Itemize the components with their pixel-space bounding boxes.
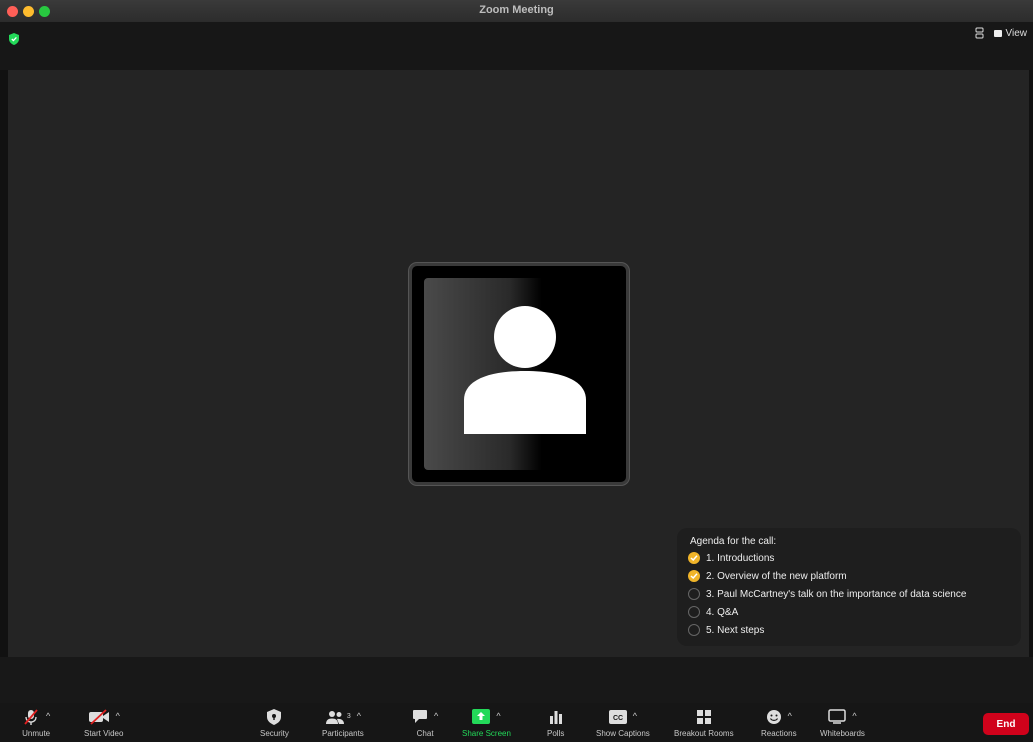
- checkmark-icon: [688, 552, 700, 564]
- participant-video-tile[interactable]: [409, 263, 629, 485]
- participants-button[interactable]: 3 ^ Participants: [322, 707, 364, 738]
- empty-circle-icon: [688, 624, 700, 636]
- reactions-smiley-icon: [766, 709, 781, 724]
- polls-button[interactable]: Polls: [547, 707, 564, 738]
- polls-bar-chart-icon: [549, 711, 562, 724]
- chat-bubble-icon: [413, 710, 427, 723]
- share-screen-icon: [472, 709, 491, 724]
- speaker-layout-icon[interactable]: [975, 27, 984, 39]
- whiteboard-icon: [828, 709, 847, 724]
- agenda-item: 1. Introductions: [688, 552, 774, 564]
- start-video-label: Start Video: [84, 729, 124, 738]
- meeting-toolbar: ^ Unmute ^ Start Video Security 3 ^ Part…: [0, 703, 1033, 742]
- security-shield-icon: [267, 708, 282, 725]
- show-captions-label: Show Captions: [596, 729, 650, 738]
- agenda-item: 2. Overview of the new platform: [688, 570, 847, 582]
- empty-circle-icon: [688, 588, 700, 600]
- bottom-strip: [0, 657, 1033, 703]
- agenda-panel: Agenda for the call: 1. Introductions 2.…: [677, 528, 1021, 646]
- reactions-label: Reactions: [761, 729, 797, 738]
- security-label: Security: [260, 729, 289, 738]
- view-grid-icon: [993, 29, 1002, 37]
- video-off-icon: [88, 708, 109, 725]
- window-titlebar: Zoom Meeting: [0, 0, 1033, 23]
- agenda-item: 5. Next steps: [688, 624, 764, 636]
- end-meeting-button[interactable]: End: [983, 713, 1029, 735]
- chat-options-caret-icon[interactable]: ^: [434, 712, 438, 721]
- video-options-caret-icon[interactable]: ^: [116, 712, 120, 721]
- breakout-rooms-button[interactable]: Breakout Rooms: [674, 707, 734, 738]
- window-title: Zoom Meeting: [479, 4, 554, 16]
- unmute-button[interactable]: ^ Unmute: [22, 707, 50, 738]
- participants-label: Participants: [322, 729, 364, 738]
- chat-label: Chat: [416, 729, 434, 738]
- reactions-options-caret-icon[interactable]: ^: [788, 712, 792, 721]
- breakout-rooms-grid-icon: [696, 709, 711, 724]
- whiteboards-label: Whiteboards: [820, 729, 865, 738]
- agenda-item: 3. Paul McCartney's talk on the importan…: [688, 588, 966, 600]
- agenda-item-label: 2. Overview of the new platform: [706, 570, 847, 582]
- start-video-button[interactable]: ^ Start Video: [84, 707, 123, 738]
- closed-captions-icon: CC: [608, 709, 627, 724]
- share-screen-button[interactable]: ^ Share Screen: [462, 707, 511, 738]
- security-button[interactable]: Security: [260, 707, 289, 738]
- encryption-shield-icon[interactable]: [9, 33, 19, 45]
- polls-label: Polls: [547, 729, 565, 738]
- unmute-options-caret-icon[interactable]: ^: [46, 712, 50, 721]
- agenda-item-label: 1. Introductions: [706, 552, 775, 564]
- reactions-button[interactable]: ^ Reactions: [761, 707, 797, 738]
- show-captions-button[interactable]: CC ^ Show Captions: [596, 707, 650, 738]
- whiteboards-button[interactable]: ^ Whiteboards: [820, 707, 865, 738]
- captions-options-caret-icon[interactable]: ^: [633, 712, 637, 721]
- participants-icon: [325, 710, 344, 724]
- agenda-item-label: 4. Q&A: [706, 606, 739, 618]
- agenda-item-label: 3. Paul McCartney's talk on the importan…: [706, 588, 967, 600]
- checkmark-icon: [688, 570, 700, 582]
- agenda-item: 4. Q&A: [688, 606, 738, 618]
- share-options-caret-icon[interactable]: ^: [496, 712, 500, 721]
- participants-options-caret-icon[interactable]: ^: [357, 712, 361, 721]
- share-screen-label: Share Screen: [462, 729, 511, 738]
- participants-count: 3: [346, 713, 351, 720]
- muted-microphone-icon: [24, 708, 38, 725]
- empty-circle-icon: [688, 606, 700, 618]
- unmute-label: Unmute: [22, 729, 51, 738]
- user-avatar-icon: [464, 306, 586, 434]
- chat-button[interactable]: ^ Chat: [412, 707, 438, 738]
- svg-text:CC: CC: [613, 715, 623, 722]
- breakout-rooms-label: Breakout Rooms: [674, 729, 734, 738]
- view-button[interactable]: View: [993, 27, 1028, 39]
- meeting-topbar: View: [0, 22, 1033, 70]
- whiteboards-options-caret-icon[interactable]: ^: [852, 712, 856, 721]
- view-label: View: [1005, 27, 1028, 39]
- agenda-item-label: 5. Next steps: [706, 624, 765, 636]
- agenda-title: Agenda for the call:: [690, 536, 777, 547]
